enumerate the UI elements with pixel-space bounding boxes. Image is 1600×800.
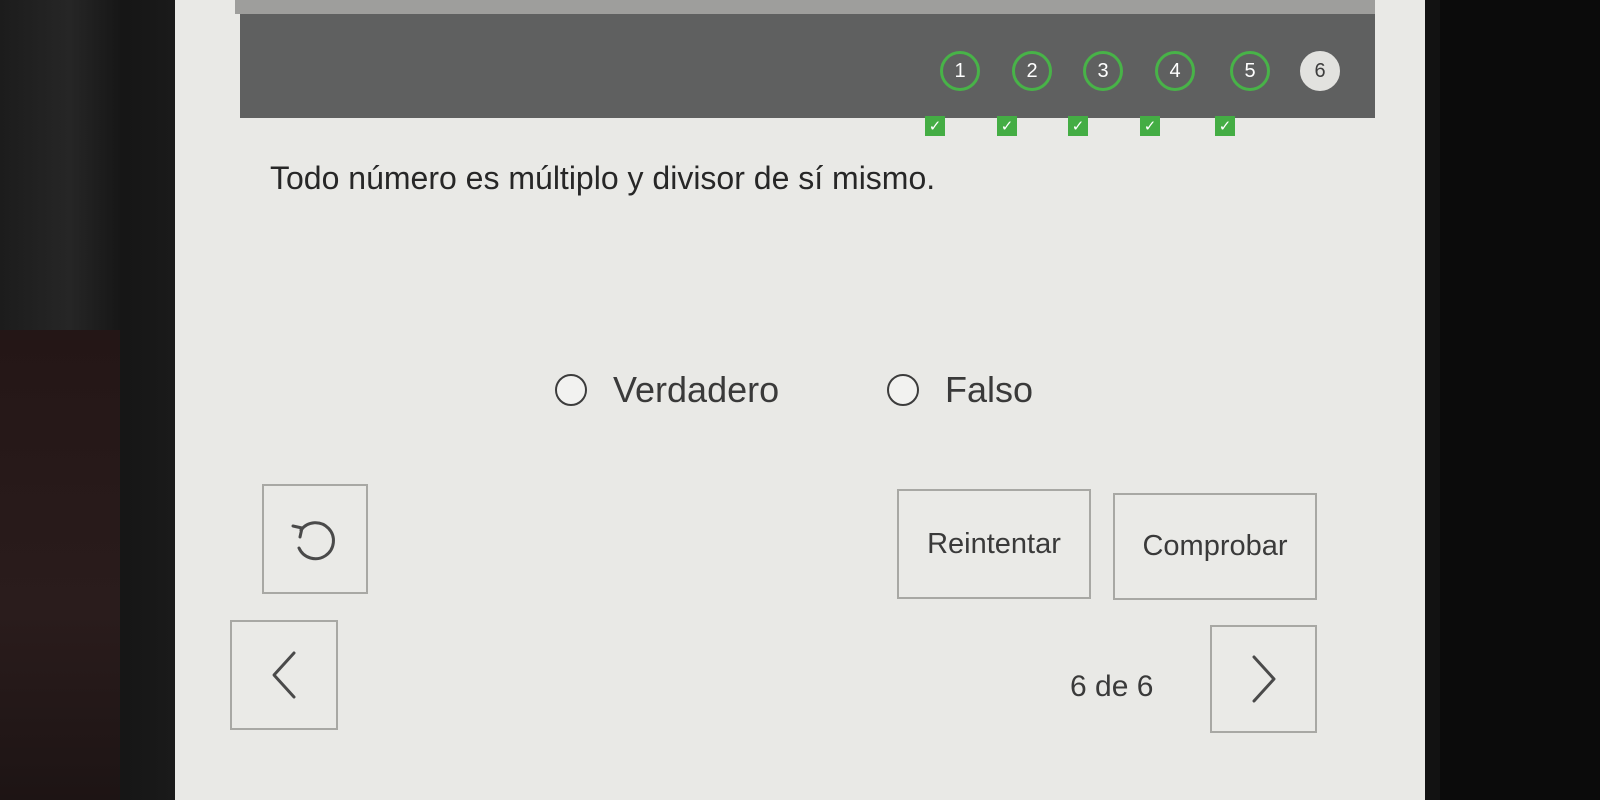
monitor-bezel-left — [0, 0, 175, 800]
reset-button[interactable] — [262, 484, 368, 594]
step-2[interactable]: 2 — [1012, 51, 1052, 91]
step-1[interactable]: 1 — [940, 51, 980, 91]
top-strip — [235, 0, 1375, 14]
option-verdadero[interactable]: Verdadero — [555, 368, 779, 412]
checkbox-checked-icon: ✓ — [997, 116, 1017, 136]
check-button[interactable]: Comprobar — [1113, 493, 1317, 600]
option-label: Verdadero — [613, 369, 780, 410]
next-button[interactable] — [1210, 625, 1317, 733]
checkbox-checked-icon: ✓ — [925, 116, 945, 136]
radio-circle-icon[interactable] — [555, 374, 587, 406]
radio-circle-icon[interactable] — [887, 374, 919, 406]
checkbox-checked-icon: ✓ — [1068, 116, 1088, 136]
checkbox-checked-icon: ✓ — [1140, 116, 1160, 136]
step-5[interactable]: 5 — [1230, 51, 1270, 91]
photo-frame: 1 2 3 4 5 6 ✓ ✓ ✓ ✓ ✓ Todo número es múl… — [0, 0, 1600, 800]
monitor-bezel-right — [1440, 0, 1600, 800]
question-text: Todo número es múltiplo y divisor de sí … — [270, 160, 936, 196]
option-label: Falso — [945, 369, 1034, 410]
quiz-screen: 1 2 3 4 5 6 ✓ ✓ ✓ ✓ ✓ Todo número es múl… — [175, 0, 1425, 800]
previous-button[interactable] — [230, 620, 338, 730]
step-6-current[interactable]: 6 — [1300, 51, 1340, 91]
page-indicator: 6 de 6 — [1070, 670, 1154, 703]
checkbox-checked-icon: ✓ — [1215, 116, 1235, 136]
retry-button[interactable]: Reintentar — [897, 489, 1091, 599]
step-4[interactable]: 4 — [1155, 51, 1195, 91]
chevron-right-icon — [1252, 655, 1275, 703]
reset-arrow-icon — [291, 521, 335, 561]
chevron-left-icon — [272, 651, 296, 699]
option-falso[interactable]: Falso — [887, 368, 1033, 412]
progress-bar: 1 2 3 4 5 6 — [240, 14, 1375, 118]
step-3[interactable]: 3 — [1083, 51, 1123, 91]
